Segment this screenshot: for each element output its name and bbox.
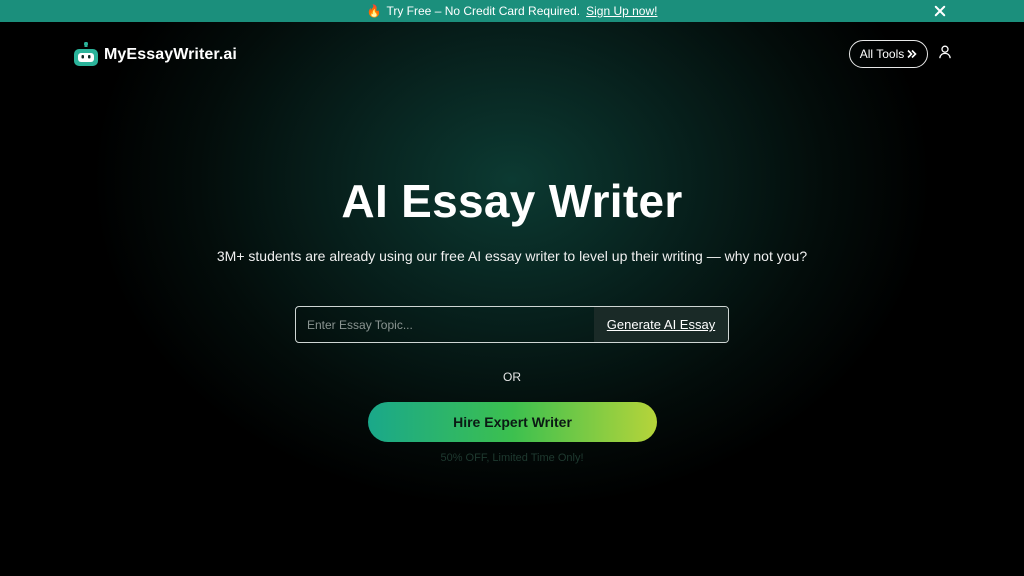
all-tools-label: All Tools <box>859 47 905 61</box>
promo-banner: 🔥 Try Free – No Credit Card Required. Si… <box>0 0 1024 22</box>
page-title: AI Essay Writer <box>341 175 683 227</box>
offer-text: 50% OFF, Limited Time Only! <box>440 452 584 464</box>
generate-essay-button[interactable]: Generate AI Essay <box>594 307 728 342</box>
hire-expert-writer-button[interactable]: Hire Expert Writer <box>368 402 657 442</box>
or-divider: OR <box>503 370 521 384</box>
all-tools-button[interactable]: All Tools <box>849 40 928 68</box>
site-logo[interactable]: MyEssayWriter.ai <box>73 42 237 68</box>
user-icon[interactable] <box>938 45 952 59</box>
promo-text: Try Free – No Credit Card Required. <box>386 4 581 18</box>
essay-topic-form: Generate AI Essay <box>295 306 729 343</box>
essay-topic-input[interactable] <box>296 307 594 342</box>
logo-text: MyEssayWriter.ai <box>104 46 237 63</box>
double-chevron-right-icon <box>907 49 917 59</box>
close-icon[interactable] <box>932 3 948 19</box>
signup-link[interactable]: Sign Up now! <box>586 4 657 18</box>
page: 🔥 Try Free – No Credit Card Required. Si… <box>0 0 1024 576</box>
fire-icon: 🔥 <box>366 4 382 18</box>
robot-logo-icon <box>74 42 98 66</box>
hero-subtitle: 3M+ students are already using our free … <box>216 248 808 264</box>
